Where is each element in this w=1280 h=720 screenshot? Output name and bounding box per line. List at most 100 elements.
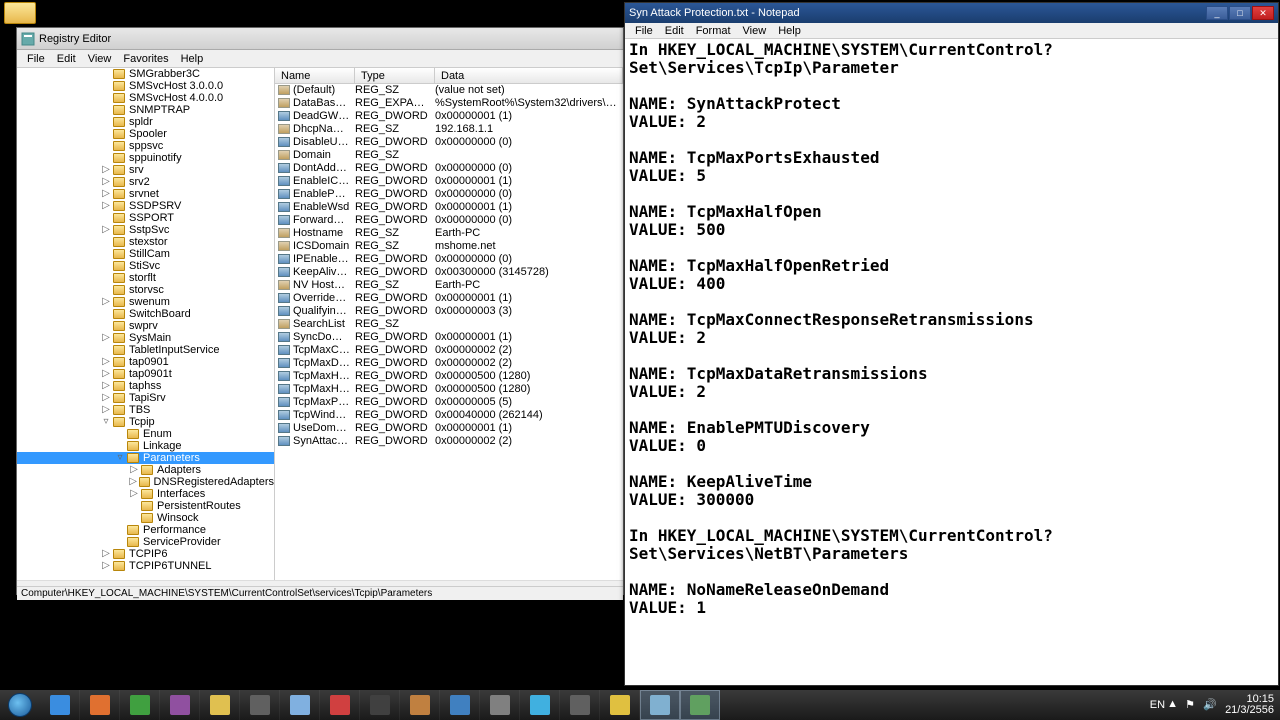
value-row[interactable]: QualifyingDesti...REG_DWORD0x00000003 (3…: [275, 305, 623, 318]
tree-item[interactable]: PersistentRoutes: [17, 500, 274, 512]
value-row[interactable]: (Default)REG_SZ(value not set): [275, 84, 623, 97]
tree-item[interactable]: ▷tap0901t: [17, 368, 274, 380]
tree-item[interactable]: spldr: [17, 116, 274, 128]
tree-item[interactable]: ▿Tcpip: [17, 416, 274, 428]
tree-item[interactable]: ▷tap0901: [17, 356, 274, 368]
tree-item[interactable]: ▷taphss: [17, 380, 274, 392]
value-row[interactable]: KeepAliveTimeREG_DWORD0x00300000 (314572…: [275, 266, 623, 279]
tree-item[interactable]: SMSvcHost 3.0.0.0: [17, 80, 274, 92]
value-row[interactable]: DhcpNameServerREG_SZ192.168.1.1: [275, 123, 623, 136]
taskbar-app-skype[interactable]: [520, 690, 560, 720]
menu-edit[interactable]: Edit: [51, 53, 82, 65]
taskbar-app-yellow[interactable]: [600, 690, 640, 720]
value-row[interactable]: SearchListREG_SZ: [275, 318, 623, 331]
np-menu-view[interactable]: View: [737, 25, 773, 37]
close-button[interactable]: ✕: [1252, 6, 1274, 20]
taskbar-app-ie[interactable]: [40, 690, 80, 720]
desktop-folder-icon[interactable]: [4, 2, 42, 28]
tree-item[interactable]: storflt: [17, 272, 274, 284]
np-menu-edit[interactable]: Edit: [659, 25, 690, 37]
taskbar-app-notepad[interactable]: [640, 690, 680, 720]
menu-favorites[interactable]: Favorites: [117, 53, 174, 65]
value-row[interactable]: TcpMaxDataRetr...REG_DWORD0x00000002 (2): [275, 357, 623, 370]
tray-lang[interactable]: EN: [1150, 699, 1165, 711]
tree-item[interactable]: ▷Adapters: [17, 464, 274, 476]
tree-item[interactable]: ▷SysMain: [17, 332, 274, 344]
tree-item[interactable]: Linkage: [17, 440, 274, 452]
tree-item[interactable]: ▷Interfaces: [17, 488, 274, 500]
value-row[interactable]: TcpMaxHalfOpe...REG_DWORD0x00000500 (128…: [275, 383, 623, 396]
tree-item[interactable]: Spooler: [17, 128, 274, 140]
taskbar-app-app4[interactable]: [560, 690, 600, 720]
regedit-values-list[interactable]: Name Type Data (Default)REG_SZ(value not…: [275, 68, 623, 580]
value-row[interactable]: OverrideDefault...REG_DWORD0x00000001 (1…: [275, 292, 623, 305]
value-row[interactable]: SyncDomainWit...REG_DWORD0x00000001 (1): [275, 331, 623, 344]
taskbar-app-media[interactable]: [240, 690, 280, 720]
taskbar-app-cmd[interactable]: [360, 690, 400, 720]
value-row[interactable]: TcpMaxPortsExh...REG_DWORD0x00000005 (5): [275, 396, 623, 409]
np-menu-format[interactable]: Format: [690, 25, 737, 37]
regedit-tree[interactable]: SMGrabber3CSMSvcHost 3.0.0.0SMSvcHost 4.…: [17, 68, 275, 580]
value-row[interactable]: TcpMaxConnect...REG_DWORD0x00000002 (2): [275, 344, 623, 357]
tree-item[interactable]: ▷TCPIP6: [17, 548, 274, 560]
tree-item[interactable]: ▷srvnet: [17, 188, 274, 200]
value-row[interactable]: EnableWsdREG_DWORD0x00000001 (1): [275, 201, 623, 214]
value-row[interactable]: EnablePMTUDis...REG_DWORD0x00000000 (0): [275, 188, 623, 201]
value-row[interactable]: DataBasePathREG_EXPAND_SZ%SystemRoot%\Sy…: [275, 97, 623, 110]
value-row[interactable]: EnableICMPRedi...REG_DWORD0x00000001 (1): [275, 175, 623, 188]
system-tray[interactable]: EN ▲ ⚑ 🔊 10:15 21/3/2556: [1144, 694, 1280, 716]
tray-clock[interactable]: 10:15 21/3/2556: [1225, 694, 1274, 716]
menu-help[interactable]: Help: [175, 53, 210, 65]
tree-item[interactable]: StillCam: [17, 248, 274, 260]
value-row[interactable]: DisableUserTOS...REG_DWORD0x00000000 (0): [275, 136, 623, 149]
taskbar-app-chrome[interactable]: [120, 690, 160, 720]
value-row[interactable]: DontAddDefault...REG_DWORD0x00000000 (0): [275, 162, 623, 175]
taskbar-app-regedit[interactable]: [680, 690, 720, 720]
menu-file[interactable]: File: [21, 53, 51, 65]
taskbar-app-explorer[interactable]: [200, 690, 240, 720]
tree-item[interactable]: ▷SstpSvc: [17, 224, 274, 236]
tree-item[interactable]: SMGrabber3C: [17, 68, 274, 80]
tree-item[interactable]: ▷swenum: [17, 296, 274, 308]
notepad-content[interactable]: In HKEY_LOCAL_MACHINE\SYSTEM\CurrentCont…: [625, 39, 1278, 685]
tray-icon[interactable]: ▲: [1167, 698, 1181, 712]
notepad-titlebar[interactable]: Syn Attack Protection.txt - Notepad _ □ …: [625, 3, 1278, 23]
tree-item[interactable]: Winsock: [17, 512, 274, 524]
regedit-titlebar[interactable]: Registry Editor: [17, 28, 623, 50]
tree-item[interactable]: SSPORT: [17, 212, 274, 224]
value-row[interactable]: SynAttackProtectREG_DWORD0x00000002 (2): [275, 435, 623, 448]
tray-volume-icon[interactable]: 🔊: [1203, 698, 1217, 712]
value-row[interactable]: TcpMaxHalfOpenREG_DWORD0x00000500 (1280): [275, 370, 623, 383]
tree-item[interactable]: SwitchBoard: [17, 308, 274, 320]
value-row[interactable]: NV HostnameREG_SZEarth-PC: [275, 279, 623, 292]
menu-view[interactable]: View: [82, 53, 118, 65]
np-menu-help[interactable]: Help: [772, 25, 807, 37]
tree-item[interactable]: Performance: [17, 524, 274, 536]
col-name[interactable]: Name: [275, 68, 355, 83]
taskbar-app-firefox[interactable]: [80, 690, 120, 720]
tree-item[interactable]: ServiceProvider: [17, 536, 274, 548]
taskbar-app-app3[interactable]: [440, 690, 480, 720]
tree-item[interactable]: ▷TBS: [17, 404, 274, 416]
tray-network-icon[interactable]: ⚑: [1185, 698, 1199, 712]
np-menu-file[interactable]: File: [629, 25, 659, 37]
tree-item[interactable]: SNMPTRAP: [17, 104, 274, 116]
tree-item[interactable]: storvsc: [17, 284, 274, 296]
tree-item[interactable]: ▷srv: [17, 164, 274, 176]
value-row[interactable]: TcpWindowSizeREG_DWORD0x00040000 (262144…: [275, 409, 623, 422]
value-row[interactable]: DomainREG_SZ: [275, 149, 623, 162]
tree-item[interactable]: ▿Parameters: [17, 452, 274, 464]
tree-item[interactable]: ▷srv2: [17, 176, 274, 188]
tree-item[interactable]: SMSvcHost 4.0.0.0: [17, 92, 274, 104]
col-data[interactable]: Data: [435, 68, 623, 83]
tree-item[interactable]: sppuinotify: [17, 152, 274, 164]
taskbar-app-steam[interactable]: [480, 690, 520, 720]
minimize-button[interactable]: _: [1206, 6, 1228, 20]
taskbar-app-calc[interactable]: [280, 690, 320, 720]
value-row[interactable]: UseDomainNam...REG_DWORD0x00000001 (1): [275, 422, 623, 435]
value-row[interactable]: ForwardBroadca...REG_DWORD0x00000000 (0): [275, 214, 623, 227]
value-row[interactable]: DeadGWDetec...REG_DWORD0x00000001 (1): [275, 110, 623, 123]
tree-item[interactable]: StiSvc: [17, 260, 274, 272]
taskbar-app-app2[interactable]: [400, 690, 440, 720]
value-row[interactable]: HostnameREG_SZEarth-PC: [275, 227, 623, 240]
